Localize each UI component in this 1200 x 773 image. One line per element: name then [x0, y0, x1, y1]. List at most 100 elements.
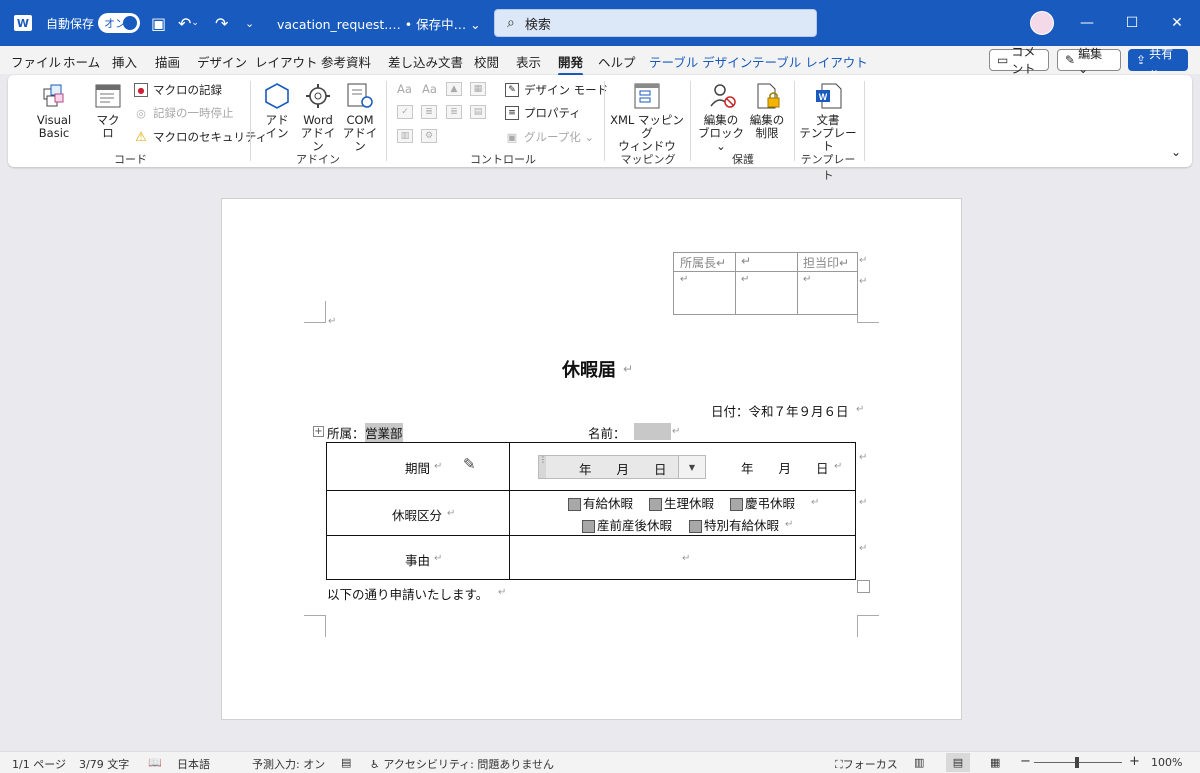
redo-icon[interactable]: ↷ — [215, 0, 228, 46]
search-box[interactable]: ⌕ 検索 — [494, 9, 817, 37]
name-input-field[interactable] — [634, 423, 671, 440]
autosave-toggle[interactable]: オン — [98, 13, 140, 33]
plain-text-control-icon[interactable]: Aa — [422, 82, 437, 96]
date-picker-control-icon[interactable]: ▤ — [470, 105, 486, 119]
zoom-level[interactable]: 100% — [1151, 756, 1182, 769]
undo-icon[interactable]: ↶ ⌄ — [178, 0, 199, 46]
leave-option-condolence[interactable]: 慶弔休暇 — [730, 493, 795, 512]
language-indicator[interactable]: 日本語 — [177, 756, 210, 772]
tab-references[interactable]: 参考資料 — [321, 52, 371, 71]
checkbox[interactable] — [582, 520, 595, 533]
tab-developer[interactable]: 開発 — [558, 52, 584, 76]
customize-qat-icon[interactable]: ⌄ — [245, 0, 254, 46]
dropdown-arrow-icon[interactable]: ▼ — [678, 456, 705, 478]
legacy-tools-icon[interactable]: ⚙ — [421, 129, 437, 143]
ribbon: Visual Basic マクロ ● マクロの記録 ◎ 記録の一時停止 ⚠ マクロのセ… — [8, 75, 1192, 182]
design-mode-button[interactable]: ✎ デザイン モード — [505, 82, 608, 98]
checkbox[interactable] — [568, 498, 581, 511]
page-count[interactable]: 1/1 ページ — [12, 756, 66, 772]
tab-review[interactable]: 校閲 — [474, 52, 499, 71]
zoom-in-button[interactable]: + — [1129, 754, 1140, 769]
building-block-control-icon[interactable]: ▦ — [470, 82, 486, 96]
tab-home[interactable]: ホーム — [63, 52, 100, 71]
document-title[interactable]: vacation_request.… • 保存中… ⌄ — [277, 0, 481, 46]
track-changes-icon[interactable]: ▤ — [341, 756, 351, 769]
document-title-text: 休暇届 — [562, 360, 616, 381]
svg-text:W: W — [819, 92, 828, 102]
tab-layout[interactable]: レイアウト — [255, 52, 318, 71]
document-template-label-2: テンプレート — [799, 126, 857, 153]
close-icon[interactable]: ✕ — [1167, 0, 1187, 46]
print-layout-icon[interactable]: ▤ — [946, 753, 970, 772]
table-resize-handle[interactable] — [857, 580, 870, 593]
web-layout-icon[interactable]: ▦ — [990, 756, 1000, 769]
tab-mailings[interactable]: 差し込み文書 — [388, 52, 463, 71]
tab-file[interactable]: ファイル — [11, 52, 61, 71]
date-picker-control[interactable]: ⋮ 年 月 日 ▼ — [538, 455, 706, 479]
checkbox[interactable] — [689, 520, 702, 533]
checkbox[interactable] — [730, 498, 743, 511]
word-addin-button[interactable]: Word アドイン — [298, 114, 338, 153]
accessibility-status[interactable]: ♿ アクセシビリティ: 問題ありません — [370, 756, 554, 772]
proofing-icon[interactable]: 📖 — [148, 756, 162, 769]
leave-option-paid[interactable]: 有給休暇 — [568, 493, 633, 512]
tab-design[interactable]: デザイン — [197, 52, 247, 71]
edit-mode-button[interactable]: ✎ 編集 ⌄ — [1057, 47, 1121, 76]
comment-button[interactable]: ▭ コメント — [989, 45, 1049, 76]
macro-button[interactable]: マクロ — [93, 114, 123, 140]
rich-text-control-icon[interactable]: Aa — [397, 82, 412, 96]
leave-option-maternity[interactable]: 産前産後休暇 — [582, 515, 672, 534]
leave-option-menstrual[interactable]: 生理休暇 — [649, 493, 714, 512]
word-count[interactable]: 3/79 文字 — [79, 756, 129, 772]
block-authors-label-1: 編集の — [703, 113, 739, 127]
toggle-knob — [123, 16, 137, 30]
block-authors-button[interactable]: 編集の ブロック ⌄ — [698, 114, 744, 153]
properties-button[interactable]: ≡ プロパティ — [505, 105, 581, 121]
checkbox-control-icon[interactable]: ✓ — [397, 105, 413, 119]
minimize-icon[interactable]: — — [1077, 0, 1097, 46]
period-to-date[interactable]: 年 月 日 — [741, 458, 829, 477]
checkbox[interactable] — [649, 498, 662, 511]
text-predictions-status[interactable]: 予測入力: オン — [252, 756, 325, 772]
collapse-ribbon-icon[interactable]: ⌄ — [1171, 145, 1181, 159]
tab-table-layout[interactable]: テーブル レイアウト — [752, 52, 868, 71]
dropdown-control-icon[interactable]: ≣ — [446, 105, 462, 119]
save-icon[interactable]: ▣ — [151, 0, 166, 46]
pause-recording-button[interactable]: ◎ 記録の一時停止 — [134, 105, 233, 121]
control-grip-icon[interactable]: ⋮ — [539, 456, 547, 478]
document-page[interactable]: ↵ 所属長↵ ↵ 担当印↵ ↵ ↵ ↵ ↵ ↵ 休暇届 ↵ 日付：令和７年９月６… — [221, 198, 962, 720]
group-button[interactable]: ▣ グループ化 ⌄ — [505, 129, 594, 145]
focus-mode-button[interactable]: ⛶フォーカス — [835, 756, 898, 772]
restrict-editing-button[interactable]: 編集の 制限 — [748, 114, 786, 140]
warning-icon: ⚠ — [135, 129, 147, 145]
visual-basic-button[interactable]: Visual Basic — [21, 114, 87, 140]
period-from-date: 年 月 日 — [579, 462, 667, 477]
paragraph-mark: ↵ — [785, 519, 794, 530]
tab-insert[interactable]: 挿入 — [112, 52, 137, 71]
approval-stamp-table[interactable]: 所属長↵ ↵ 担当印↵ ↵ ↵ ↵ — [673, 252, 858, 315]
xml-mapping-button[interactable]: XML マッピング ウィンドウ — [608, 114, 686, 153]
combobox-control-icon[interactable]: ≣ — [421, 105, 437, 119]
leave-option-special[interactable]: 特別有給休暇 — [689, 515, 779, 534]
repeating-section-control-icon[interactable]: ▥ — [397, 129, 413, 143]
comment-icon: ▭ — [997, 53, 1009, 67]
table-move-handle-icon[interactable]: + — [313, 426, 324, 437]
macro-security-button[interactable]: ⚠ マクロのセキュリティ — [134, 129, 267, 145]
tab-table-design[interactable]: テーブル デザイン — [649, 52, 752, 71]
tab-draw[interactable]: 描画 — [155, 52, 180, 71]
tab-view[interactable]: 表示 — [516, 52, 541, 71]
picture-control-icon[interactable]: ▲ — [446, 82, 462, 96]
zoom-out-button[interactable]: − — [1020, 754, 1031, 769]
reason-input-cell[interactable]: ↵ — [682, 553, 690, 564]
maximize-icon[interactable]: ☐ — [1122, 0, 1142, 46]
tab-help[interactable]: ヘルプ — [598, 52, 636, 71]
document-template-button[interactable]: 文書 テンプレート — [798, 114, 858, 153]
record-macro-button[interactable]: ● マクロの記録 — [134, 82, 222, 98]
zoom-slider-thumb[interactable] — [1075, 757, 1079, 768]
read-mode-icon[interactable]: ▥ — [914, 756, 924, 769]
user-avatar[interactable] — [1030, 11, 1054, 35]
com-addin-button[interactable]: COM アドイン — [340, 114, 380, 153]
addin-button[interactable]: アド イン — [263, 114, 291, 140]
share-button[interactable]: ⇪ 共有 ⌄ — [1128, 47, 1188, 76]
dept-value-field[interactable]: 営業部 — [365, 423, 403, 442]
